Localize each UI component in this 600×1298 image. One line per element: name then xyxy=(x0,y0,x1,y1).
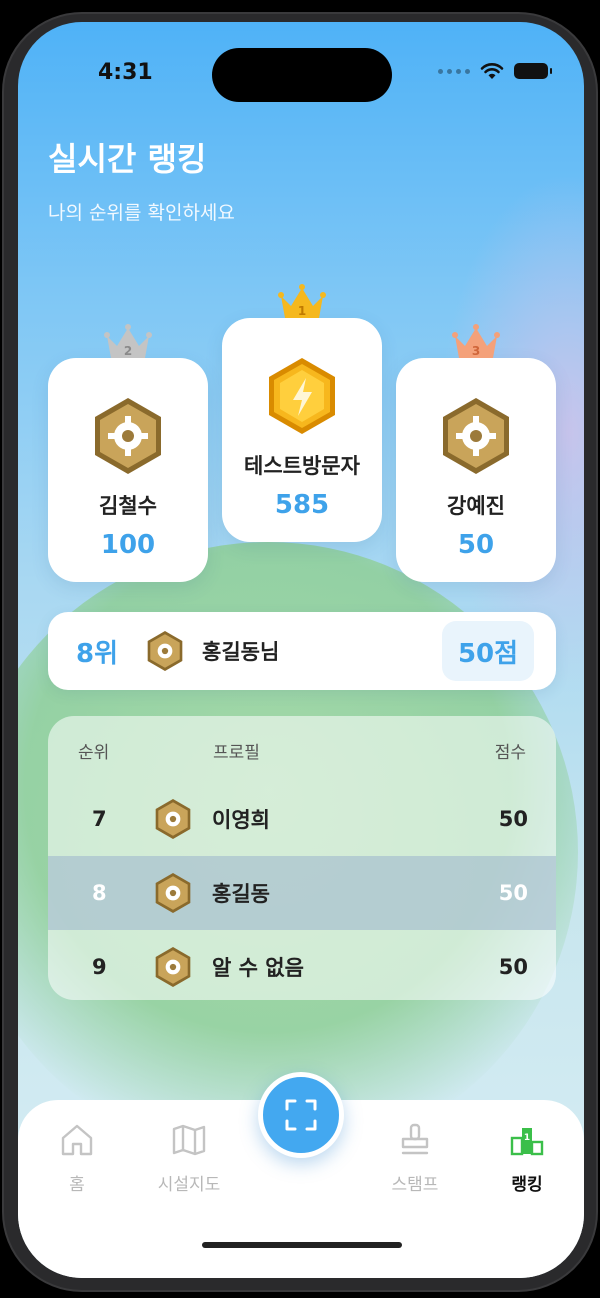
podium-score: 50 xyxy=(457,530,495,560)
my-rank-score: 50점 xyxy=(442,621,534,681)
map-icon xyxy=(172,1124,206,1156)
status-icons xyxy=(438,62,552,80)
tab-label: 홈 xyxy=(69,1175,85,1195)
podium-name: 강예진 xyxy=(447,494,505,518)
app-screen: 4:31 실시간 랭킹 나의 순위를 확인하세요 2 김철수 100 1 테스트… xyxy=(18,22,584,1278)
dynamic-island xyxy=(212,48,392,102)
row-name: 홍길동 xyxy=(212,882,270,906)
tab-stamp[interactable]: 스탬프 xyxy=(360,1120,470,1195)
podium-score: 585 xyxy=(274,490,330,520)
ranking-table: 순위 프로필 점수 7 이영희 50 8 홍길동 50 9 알 수 없음 50 xyxy=(48,716,556,1000)
tab-home[interactable]: 홈 xyxy=(22,1120,132,1195)
my-rank-card[interactable]: 8위 홍길동님 50점 xyxy=(48,612,556,690)
podium-card-third[interactable]: 3 강예진 50 xyxy=(396,324,556,582)
tab-facility-map[interactable]: 시설지도 xyxy=(134,1120,244,1195)
page-title: 실시간 랭킹 xyxy=(48,140,207,178)
silver-crown-icon: 2 xyxy=(104,324,152,358)
signal-icon xyxy=(438,68,470,74)
bronze-gear-badge-icon xyxy=(155,947,191,987)
tab-label: 스탬프 xyxy=(391,1175,439,1195)
wifi-icon xyxy=(480,63,504,79)
gold-crown-number: 1 xyxy=(298,304,306,318)
table-row-highlighted[interactable]: 8 홍길동 50 xyxy=(48,856,556,930)
bronze-gear-badge-icon xyxy=(155,799,191,839)
podium-card-second[interactable]: 2 김철수 100 xyxy=(48,324,208,582)
tab-label: 시설지도 xyxy=(157,1175,221,1195)
scan-button[interactable] xyxy=(258,1072,344,1158)
row-name: 이영희 xyxy=(212,808,270,832)
my-rank-name: 홍길동님 xyxy=(202,640,280,664)
phone-frame: 4:31 실시간 랭킹 나의 순위를 확인하세요 2 김철수 100 1 테스트… xyxy=(0,0,600,1298)
scan-icon xyxy=(285,1099,317,1131)
my-rank-number: 8위 xyxy=(76,638,119,669)
tab-label: 랭킹 xyxy=(511,1175,543,1195)
status-time: 4:31 xyxy=(98,60,153,85)
row-rank: 7 xyxy=(92,807,107,831)
row-rank: 8 xyxy=(92,881,107,905)
tab-ranking[interactable]: 1 랭킹 xyxy=(472,1120,582,1195)
podium-score: 100 xyxy=(100,530,156,560)
table-row[interactable]: 9 알 수 없음 50 xyxy=(48,930,556,1000)
header-rank: 순위 xyxy=(78,743,110,763)
bronze-crown-icon: 3 xyxy=(452,324,500,358)
row-rank: 9 xyxy=(92,955,107,979)
silver-crown-number: 2 xyxy=(124,344,132,358)
ranking-icon: 1 xyxy=(510,1128,544,1156)
home-icon xyxy=(61,1124,93,1156)
bronze-gear-badge-icon xyxy=(147,631,183,671)
bronze-gear-badge-icon xyxy=(95,398,161,474)
stamp-icon xyxy=(401,1123,429,1155)
battery-icon xyxy=(514,63,552,79)
podium-card-first[interactable]: 1 테스트방문자 585 xyxy=(222,284,382,542)
table-row[interactable]: 7 이영희 50 xyxy=(48,782,556,856)
ranking-icon-number: 1 xyxy=(524,1133,530,1143)
bronze-gear-badge-icon xyxy=(443,398,509,474)
header-score: 점수 xyxy=(494,743,526,763)
header-profile: 프로필 xyxy=(213,743,260,763)
home-indicator[interactable] xyxy=(202,1242,402,1248)
row-score: 50 xyxy=(498,807,528,831)
podium-name: 테스트방문자 xyxy=(244,454,360,478)
row-score: 50 xyxy=(498,881,528,905)
bronze-gear-badge-icon xyxy=(155,873,191,913)
podium-name: 김철수 xyxy=(99,494,157,518)
row-name: 알 수 없음 xyxy=(212,956,304,980)
bronze-crown-number: 3 xyxy=(472,344,480,358)
page-subtitle: 나의 순위를 확인하세요 xyxy=(48,202,235,224)
gold-lightning-badge-icon xyxy=(269,358,335,434)
table-header: 순위 프로필 점수 xyxy=(48,716,556,782)
row-score: 50 xyxy=(498,955,528,979)
gold-crown-icon: 1 xyxy=(278,284,326,318)
